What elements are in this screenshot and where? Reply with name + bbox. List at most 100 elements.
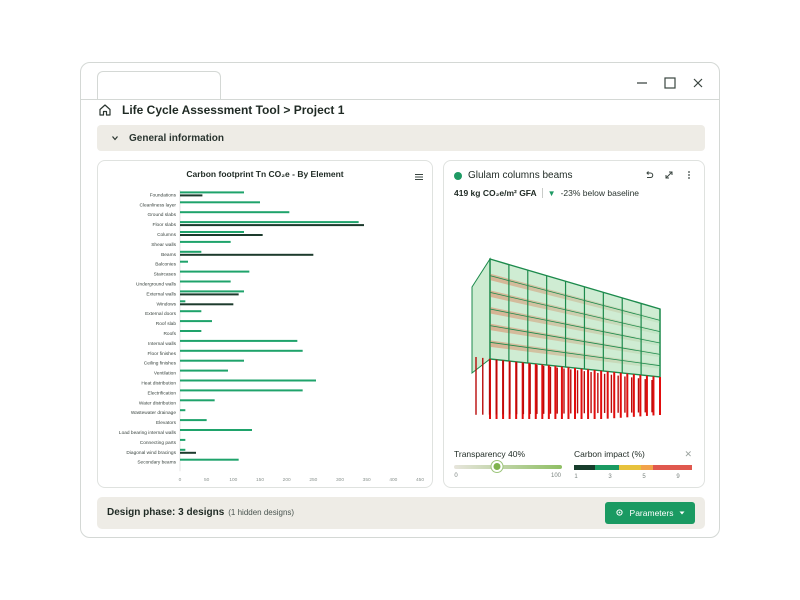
category-label: Diagonal wind bracings xyxy=(126,450,176,456)
category-label: Floor finishes xyxy=(147,351,176,357)
category-label: Staircases xyxy=(154,272,177,278)
maximize-icon[interactable] xyxy=(660,73,680,93)
category-label: Balconies xyxy=(155,262,176,268)
bar-chart: Foundations Cleanliness layer Ground slabs… xyxy=(119,190,424,483)
bar xyxy=(180,379,316,382)
parameters-icon xyxy=(615,508,624,519)
parameters-label: Parameters xyxy=(629,508,674,518)
x-tick-label: 350 xyxy=(363,477,371,483)
bar xyxy=(180,201,260,204)
bar xyxy=(180,438,186,441)
category-label: Elevators xyxy=(156,420,177,426)
category-label: Floor slabs xyxy=(153,222,177,228)
page-title: Life Cycle Assessment Tool > Project 1 xyxy=(122,103,345,117)
bar xyxy=(180,349,303,352)
category-label: Ground slabs xyxy=(147,212,176,218)
carbon-tick: 5 xyxy=(642,474,646,480)
category-label: Ceiling finishes xyxy=(144,361,177,367)
caret-down-icon xyxy=(679,508,685,518)
bar xyxy=(180,409,186,412)
carbon-footprint-chart-panel: Carbon footprint Tn CO₂e - By Element Fo… xyxy=(97,160,433,488)
down-arrow-icon: ▼ xyxy=(547,188,556,198)
bar xyxy=(180,194,203,197)
bar xyxy=(180,448,186,451)
hidden-designs-note: (1 hidden designs) xyxy=(228,508,295,517)
viewer-header: Glulam columns beams xyxy=(454,170,572,181)
bar xyxy=(180,429,252,431)
undo-icon[interactable] xyxy=(644,170,654,180)
category-label: Underground walls xyxy=(136,282,177,288)
bar xyxy=(180,191,244,194)
bar xyxy=(180,280,231,283)
slider-ticks: 0 100 xyxy=(454,473,562,483)
category-label: Heat distribution xyxy=(141,381,176,387)
3d-viewer-panel: Glulam columns beams 419 kg CO₂e/m² GFA … xyxy=(443,160,705,488)
carbon-impact-legend: Carbon impact (%) ✕ 1 3 5 9 xyxy=(574,449,692,484)
category-label: Ventilation xyxy=(154,371,176,377)
building-side-face xyxy=(471,257,491,375)
category-label: Cleanliness layer xyxy=(139,202,176,208)
slider-min-label: 0 xyxy=(454,473,458,479)
expand-icon[interactable] xyxy=(664,170,674,180)
chevron-down-icon xyxy=(111,129,119,147)
clear-icon[interactable]: ✕ xyxy=(684,449,692,459)
bar xyxy=(180,310,202,313)
bar xyxy=(180,293,239,296)
building-3d-model[interactable] xyxy=(444,201,704,419)
carbon-color-scale xyxy=(574,465,692,470)
color-scale-segment xyxy=(595,465,620,470)
carbon-tick: 9 xyxy=(676,474,680,480)
bar xyxy=(180,234,263,236)
bar xyxy=(180,303,234,306)
window-tab[interactable] xyxy=(97,71,221,100)
slider-handle[interactable] xyxy=(491,461,503,472)
transparency-slider[interactable] xyxy=(454,461,562,472)
bar xyxy=(180,300,186,303)
section-label: General information xyxy=(129,132,225,144)
bar xyxy=(180,320,212,323)
x-tick-label: 150 xyxy=(256,477,264,483)
bar xyxy=(180,253,314,256)
x-tick-label: 300 xyxy=(336,477,344,483)
x-tick-label: 0 xyxy=(179,477,182,483)
more-options-icon[interactable] xyxy=(684,170,694,180)
category-label: Load bearing internal walls xyxy=(119,430,177,436)
minimize-icon[interactable] xyxy=(632,73,652,93)
status-dot xyxy=(454,171,462,180)
design-phase-count: Design phase: 3 designs xyxy=(107,507,225,518)
x-tick-label: 50 xyxy=(204,477,210,483)
category-label: External doors xyxy=(145,311,177,317)
bar xyxy=(180,290,244,293)
bar xyxy=(180,270,250,273)
category-label: Wastewater drainage xyxy=(131,410,176,416)
metric-delta: -23% below baseline xyxy=(560,188,640,198)
bar xyxy=(180,221,359,224)
slider-max-label: 100 xyxy=(550,473,562,479)
transparency-label: Transparency 40% xyxy=(454,449,526,459)
bar xyxy=(180,359,244,362)
category-label: Windows xyxy=(157,301,177,307)
bar xyxy=(180,250,202,253)
bar xyxy=(180,458,239,461)
category-label: Beams xyxy=(161,252,177,258)
category-label: Columns xyxy=(157,232,177,238)
home-icon[interactable] xyxy=(98,103,112,117)
general-information-section[interactable]: General information xyxy=(97,125,705,151)
bar xyxy=(180,339,298,342)
bar xyxy=(180,224,364,227)
bar xyxy=(180,330,202,332)
x-tick-label: 250 xyxy=(309,477,317,483)
x-tick-label: 400 xyxy=(389,477,397,483)
bar xyxy=(180,419,207,422)
bar xyxy=(180,260,188,263)
transparency-control: Transparency 40% 0 100 xyxy=(454,449,562,483)
category-label: Connecting parts xyxy=(140,440,177,446)
metric-divider xyxy=(541,188,543,198)
parameters-button[interactable]: Parameters xyxy=(605,502,695,524)
carbon-impact-label: Carbon impact (%) xyxy=(574,449,645,459)
color-scale-segment xyxy=(619,465,641,470)
bar xyxy=(180,389,303,392)
color-scale-segment xyxy=(574,465,596,470)
category-label: Shear walls xyxy=(151,242,176,248)
close-icon[interactable] xyxy=(688,73,708,93)
